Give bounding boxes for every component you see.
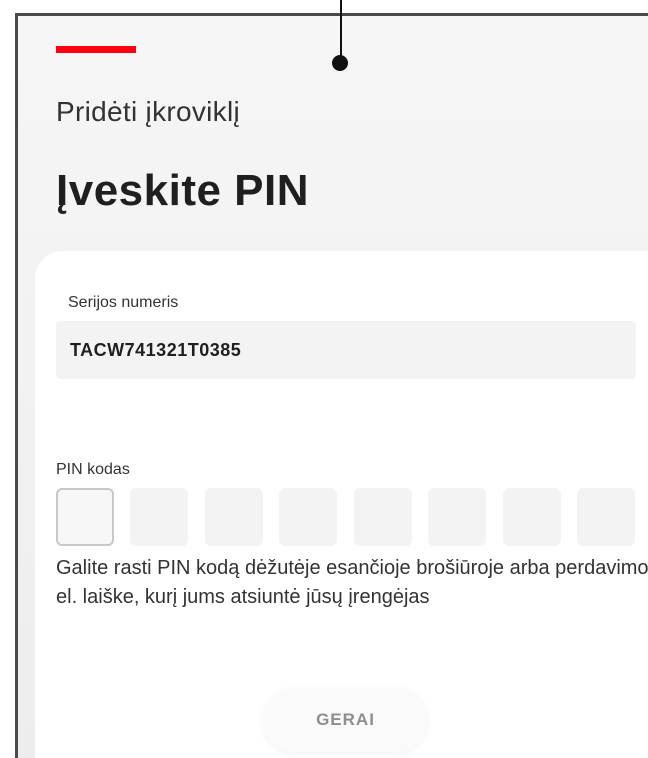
pin-digit-box[interactable] bbox=[503, 488, 561, 546]
page-title: Įveskite PIN bbox=[56, 166, 310, 215]
serial-number-label: Serijos numeris bbox=[68, 294, 179, 311]
annotation-pointer-dot bbox=[332, 55, 348, 71]
pin-input-row bbox=[56, 488, 648, 546]
pin-digit-box[interactable] bbox=[354, 488, 412, 546]
serial-number-field[interactable]: TACW741321T0385 bbox=[56, 321, 636, 379]
pin-digit-box[interactable] bbox=[577, 488, 635, 546]
pin-digit-box[interactable] bbox=[130, 488, 188, 546]
page-subtitle: Pridėti įkroviklį bbox=[56, 96, 241, 127]
accent-bar bbox=[56, 46, 136, 53]
pin-digit-box[interactable] bbox=[428, 488, 486, 546]
pin-code-label: PIN kodas bbox=[56, 461, 130, 478]
pin-digit-box[interactable] bbox=[205, 488, 263, 546]
ok-button[interactable]: GERAI bbox=[263, 688, 428, 752]
pin-digit-box[interactable] bbox=[279, 488, 337, 546]
annotation-pointer-line bbox=[340, 0, 342, 62]
pin-hint-text: Galite rasti PIN kodą dėžutėje esančioje… bbox=[56, 557, 648, 608]
phone-screen: Pridėti įkroviklį Įveskite PIN Serijos n… bbox=[15, 13, 648, 758]
pin-digit-box[interactable] bbox=[56, 488, 114, 546]
